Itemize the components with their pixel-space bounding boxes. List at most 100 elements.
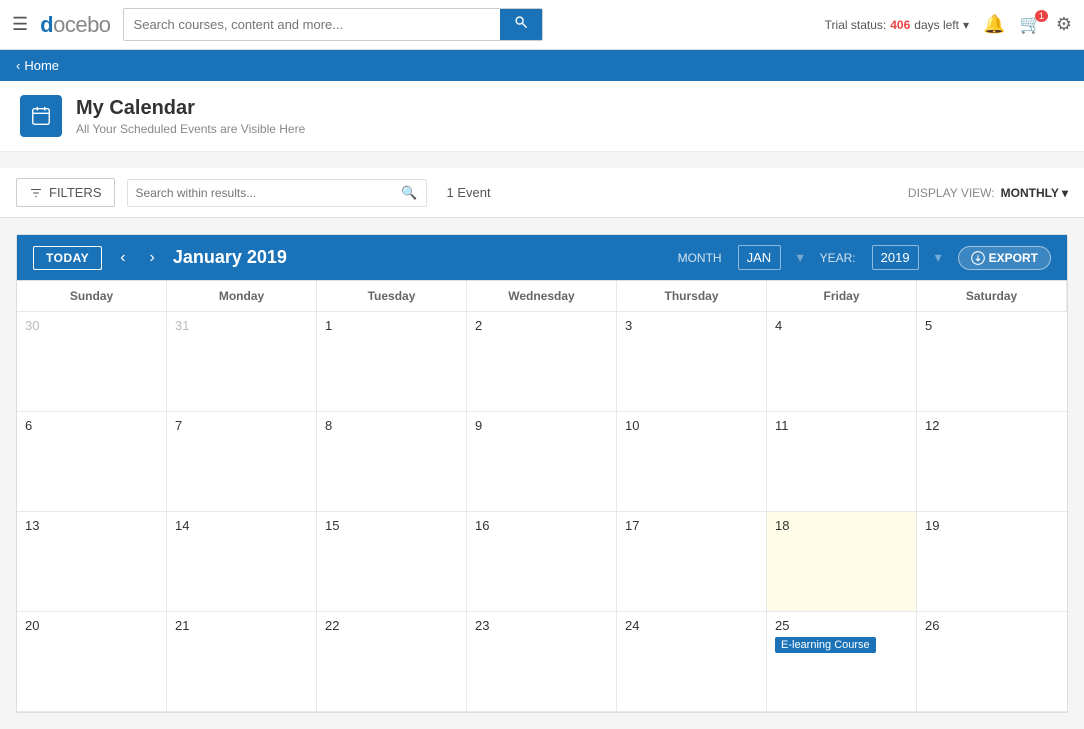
day-number: 19 — [925, 518, 1059, 533]
day-header-monday: Monday — [167, 281, 317, 312]
day-number: 15 — [325, 518, 458, 533]
month-label: MONTH — [678, 251, 722, 265]
day-number: 26 — [925, 618, 1059, 633]
day-cell[interactable]: 16 — [467, 512, 617, 612]
day-number: 11 — [775, 418, 908, 433]
day-cell[interactable]: 6 — [17, 412, 167, 512]
filter-bar: FILTERS 🔍 1 Event DISPLAY VIEW: MONTHLY … — [0, 168, 1084, 218]
page-header-text: My Calendar All Your Scheduled Events ar… — [76, 97, 305, 136]
trial-days: 406 — [890, 18, 910, 32]
day-number: 30 — [25, 318, 158, 333]
day-cell[interactable]: 25 E-learning Course — [767, 612, 917, 712]
day-cell[interactable]: 17 — [617, 512, 767, 612]
filters-button[interactable]: FILTERS — [16, 178, 115, 207]
nav-right: Trial status: 406 days left ▾ 🔔 🛒 1 ⚙ — [825, 14, 1072, 35]
cart-badge: 1 — [1035, 10, 1048, 22]
display-view: DISPLAY VIEW: MONTHLY ▾ — [908, 186, 1068, 200]
day-cell[interactable]: 21 — [167, 612, 317, 712]
day-header-sunday: Sunday — [17, 281, 167, 312]
day-cell[interactable]: 23 — [467, 612, 617, 712]
day-number: 18 — [775, 518, 908, 533]
page-header: My Calendar All Your Scheduled Events ar… — [0, 81, 1084, 152]
settings-icon[interactable]: ⚙ — [1056, 14, 1072, 35]
event-count: 1 Event — [447, 185, 491, 200]
day-cell[interactable]: 15 — [317, 512, 467, 612]
day-cell[interactable]: 12 — [917, 412, 1067, 512]
day-number: 13 — [25, 518, 158, 533]
day-number: 24 — [625, 618, 758, 633]
month-select[interactable]: JAN — [738, 245, 781, 270]
day-cell[interactable]: 24 — [617, 612, 767, 712]
trial-status: Trial status: 406 days left ▾ — [825, 18, 969, 32]
day-number: 9 — [475, 418, 608, 433]
day-header-saturday: Saturday — [917, 281, 1067, 312]
calendar-grid: SundayMondayTuesdayWednesdayThursdayFrid… — [17, 280, 1067, 712]
display-view-label: DISPLAY VIEW: — [908, 186, 995, 200]
day-number: 2 — [475, 318, 608, 333]
top-nav: ☰ docebo Trial status: 406 days left ▾ 🔔… — [0, 0, 1084, 50]
global-search-bar — [123, 8, 543, 41]
day-number: 14 — [175, 518, 308, 533]
logo-text: docebo — [40, 12, 110, 38]
next-month-button[interactable]: › — [144, 247, 161, 269]
notification-icon[interactable]: 🔔 — [983, 14, 1005, 35]
search-within-input[interactable] — [136, 186, 396, 200]
day-cell[interactable]: 3 — [617, 312, 767, 412]
day-cell[interactable]: 1 — [317, 312, 467, 412]
page-subtitle: All Your Scheduled Events are Visible He… — [76, 122, 305, 136]
trial-dropdown-icon[interactable]: ▾ — [963, 18, 969, 32]
day-number: 1 — [325, 318, 458, 333]
calendar-header: TODAY ‹ › January 2019 MONTH JAN ▾ YEAR:… — [17, 235, 1067, 280]
day-cell[interactable]: 8 — [317, 412, 467, 512]
day-number: 3 — [625, 318, 758, 333]
month-title: January 2019 — [173, 247, 666, 268]
breadcrumb-back-arrow: ‹ — [16, 58, 20, 73]
hamburger-icon[interactable]: ☰ — [12, 14, 28, 35]
day-cell[interactable]: 7 — [167, 412, 317, 512]
day-number: 5 — [925, 318, 1059, 333]
export-label: EXPORT — [989, 251, 1038, 265]
day-header-wednesday: Wednesday — [467, 281, 617, 312]
year-select[interactable]: 2019 — [872, 245, 919, 270]
day-number: 8 — [325, 418, 458, 433]
day-cell[interactable]: 5 — [917, 312, 1067, 412]
breadcrumb-home[interactable]: ‹ Home — [16, 58, 59, 73]
page-icon — [20, 95, 62, 137]
display-view-dropdown[interactable]: MONTHLY ▾ — [1001, 186, 1068, 200]
day-number: 21 — [175, 618, 308, 633]
calendar-container: TODAY ‹ › January 2019 MONTH JAN ▾ YEAR:… — [16, 234, 1068, 713]
logo: docebo — [40, 12, 110, 38]
day-number: 6 — [25, 418, 158, 433]
day-cell[interactable]: 26 — [917, 612, 1067, 712]
global-search-button[interactable] — [500, 9, 542, 40]
day-cell[interactable]: 9 — [467, 412, 617, 512]
day-cell[interactable]: 10 — [617, 412, 767, 512]
day-number: 23 — [475, 618, 608, 633]
day-cell[interactable]: 22 — [317, 612, 467, 712]
breadcrumb-home-label: Home — [24, 58, 59, 73]
prev-month-button[interactable]: ‹ — [114, 247, 131, 269]
day-header-friday: Friday — [767, 281, 917, 312]
day-cell[interactable]: 14 — [167, 512, 317, 612]
trial-label: Trial status: — [825, 18, 887, 32]
day-cell[interactable]: 31 — [167, 312, 317, 412]
day-cell[interactable]: 30 — [17, 312, 167, 412]
day-cell[interactable]: 18 — [767, 512, 917, 612]
day-number: 25 — [775, 618, 908, 633]
event-tag[interactable]: E-learning Course — [775, 637, 876, 653]
search-within-icon: 🔍 — [401, 185, 417, 201]
cart-icon[interactable]: 🛒 1 — [1019, 14, 1041, 35]
trial-days-unit: days left — [914, 18, 959, 32]
export-button[interactable]: EXPORT — [958, 246, 1051, 270]
page-title: My Calendar — [76, 97, 305, 120]
day-number: 22 — [325, 618, 458, 633]
day-cell[interactable]: 19 — [917, 512, 1067, 612]
day-cell[interactable]: 2 — [467, 312, 617, 412]
day-cell[interactable]: 11 — [767, 412, 917, 512]
day-number: 20 — [25, 618, 158, 633]
global-search-input[interactable] — [124, 9, 500, 40]
day-cell[interactable]: 20 — [17, 612, 167, 712]
day-cell[interactable]: 13 — [17, 512, 167, 612]
day-cell[interactable]: 4 — [767, 312, 917, 412]
today-button[interactable]: TODAY — [33, 246, 102, 270]
